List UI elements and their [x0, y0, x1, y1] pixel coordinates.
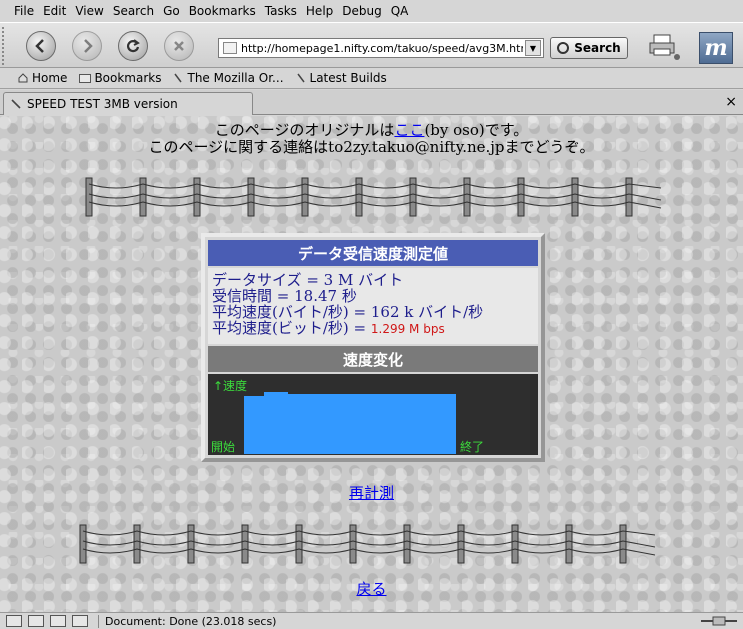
- url-bar[interactable]: ▼: [218, 38, 544, 58]
- mail-icon[interactable]: [28, 615, 44, 627]
- close-tab-icon[interactable]: ×: [725, 95, 737, 109]
- latest-builds-bookmark[interactable]: Latest Builds: [296, 71, 387, 85]
- intro-line2: このページに関する連絡はto2zy.takuo@nifty.ne.jpまでどうぞ…: [148, 138, 595, 156]
- status-bar: Document: Done (23.018 secs): [0, 612, 743, 629]
- speed-change-chart: ↑速度 開始 終了: [208, 374, 538, 455]
- mozilla-org-bookmark[interactable]: The Mozilla Or...: [173, 71, 284, 85]
- menu-qa[interactable]: QA: [391, 4, 409, 18]
- receive-time-line: 受信時間 = 18.47 秒: [212, 287, 357, 305]
- result-body: データサイズ = 3 M バイト 受信時間 = 18.47 秒 平均速度(バイト…: [208, 268, 538, 344]
- remeasure-container: 再計測: [0, 482, 743, 503]
- speed-bar: [244, 396, 264, 454]
- menu-debug[interactable]: Debug: [342, 4, 381, 18]
- speed-result-panel: データ受信速度測定値 データサイズ = 3 M バイト 受信時間 = 18.47…: [201, 233, 545, 462]
- axis-start-label: 開始: [211, 440, 236, 454]
- tab-bar: SPEED TEST 3MB version ×: [0, 90, 743, 115]
- original-page-link[interactable]: ここ: [394, 121, 424, 139]
- axis-end-label: 終了: [460, 440, 485, 454]
- online-status-icon[interactable]: [699, 615, 739, 627]
- stop-button[interactable]: [164, 31, 194, 61]
- data-size-line: データサイズ = 3 M バイト: [212, 271, 404, 289]
- axis-speed-label: ↑速度: [213, 379, 248, 393]
- tab-title: SPEED TEST 3MB version: [27, 97, 178, 111]
- fence-divider-bottom: [79, 524, 656, 564]
- back-container: 戻る: [0, 578, 743, 599]
- back-arrow-icon: [35, 39, 44, 53]
- address-book-icon[interactable]: [72, 615, 88, 627]
- navigation-toolbar: ▼ Search m: [0, 22, 743, 68]
- status-text: Document: Done (23.018 secs): [98, 614, 276, 628]
- print-icon[interactable]: [648, 33, 680, 61]
- menu-search[interactable]: Search: [113, 4, 154, 18]
- bookmarks-label: Bookmarks: [94, 71, 162, 85]
- mozilla-org-label: The Mozilla Or...: [187, 71, 284, 85]
- back-button[interactable]: [26, 31, 56, 61]
- speed-change-header: 速度変化: [208, 346, 538, 372]
- reload-icon: [126, 39, 140, 53]
- page-tab-icon: [11, 99, 21, 109]
- navigator-icon[interactable]: [6, 615, 22, 627]
- speed-bar: [288, 394, 456, 454]
- home-bookmark[interactable]: Home: [18, 71, 67, 85]
- avg-bit-speed-line: 平均速度(ビット/秒) = 1.299 M bps: [212, 320, 538, 337]
- intro-line1-pre: このページのオリジナルは: [214, 121, 395, 139]
- remeasure-link[interactable]: 再計測: [349, 484, 394, 502]
- fence-divider-top: [85, 177, 662, 217]
- result-header: データ受信速度測定値: [208, 240, 538, 266]
- menu-file[interactable]: File: [14, 4, 34, 18]
- page-icon: [223, 42, 237, 54]
- search-button-label: Search: [574, 41, 621, 55]
- bookmarks-folder[interactable]: Bookmarks: [79, 71, 161, 85]
- bookmark-icon: [174, 73, 183, 83]
- url-input[interactable]: [241, 40, 523, 56]
- home-label: Home: [32, 71, 68, 85]
- tab-speed-test[interactable]: SPEED TEST 3MB version: [3, 92, 253, 115]
- menu-bar: File Edit View Search Go Bookmarks Tasks…: [0, 0, 743, 22]
- forward-button[interactable]: [72, 31, 102, 61]
- toolbar-grip[interactable]: [2, 27, 10, 65]
- forward-arrow-icon: [84, 39, 93, 53]
- intro-line1-post: (by oso)です。: [424, 121, 529, 139]
- menu-tasks[interactable]: Tasks: [265, 4, 297, 18]
- speed-bars: [244, 392, 456, 454]
- menu-edit[interactable]: Edit: [43, 4, 66, 18]
- composer-icon[interactable]: [50, 615, 66, 627]
- magnifier-icon: [557, 42, 570, 54]
- stop-icon: [174, 41, 184, 51]
- menu-bookmarks[interactable]: Bookmarks: [189, 4, 256, 18]
- mozilla-logo[interactable]: m: [699, 32, 733, 64]
- avg-bit-value: 1.299 M bps: [370, 322, 445, 336]
- bookmark-icon: [296, 73, 305, 83]
- menu-view[interactable]: View: [75, 4, 103, 18]
- home-icon: [18, 73, 28, 83]
- page-content: このページのオリジナルはここ(by oso)です。 このページに関する連絡はto…: [0, 116, 743, 612]
- intro-text: このページのオリジナルはここ(by oso)です。 このページに関する連絡はto…: [0, 122, 743, 156]
- url-dropdown-icon[interactable]: ▼: [525, 40, 541, 56]
- menu-help[interactable]: Help: [306, 4, 333, 18]
- speed-bar: [264, 392, 288, 454]
- personal-toolbar: Home Bookmarks The Mozilla Or... Latest …: [0, 68, 743, 89]
- folder-icon: [79, 73, 92, 83]
- reload-button[interactable]: [118, 31, 148, 61]
- avg-byte-speed-line: 平均速度(バイト/秒) = 162 k バイト/秒: [212, 303, 484, 321]
- latest-builds-label: Latest Builds: [309, 71, 387, 85]
- menu-go[interactable]: Go: [163, 4, 180, 18]
- back-link[interactable]: 戻る: [356, 580, 386, 598]
- avg-bit-label: 平均速度(ビット/秒) =: [212, 319, 371, 337]
- search-button[interactable]: Search: [550, 37, 628, 59]
